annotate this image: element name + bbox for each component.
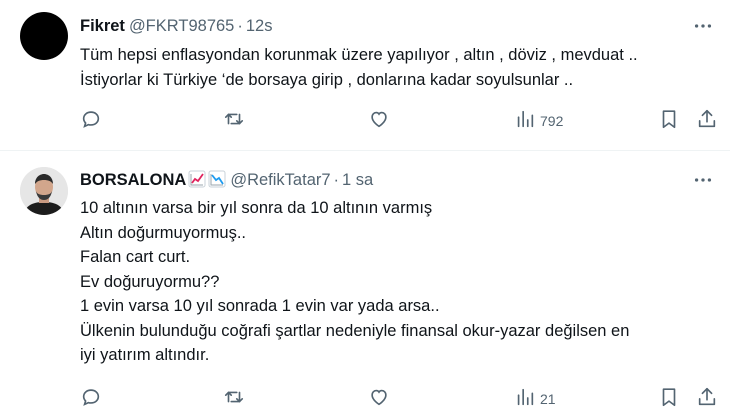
chart-decreasing-emoji [208,170,226,193]
heart-icon [368,386,390,413]
tweet-text-line: Altın doğurmuyormuş.. [80,223,246,242]
tweet-text-line: 10 altının varsa bir yıl sonra da 10 alt… [80,199,433,217]
tweet-text-line: 1 evin varsa 10 yıl sonrada 1 evin var y… [80,297,440,315]
display-name[interactable]: Fikret [80,17,125,35]
views-button[interactable]: 21 [514,387,556,411]
tweet-text: Tüm hepsi enflasyondan korunmak üzere ya… [80,43,720,92]
share-icon [696,386,718,413]
views-chart-icon [514,108,536,135]
user-handle[interactable]: @RefikTatar7 [230,171,330,189]
views-chart-icon [514,386,536,413]
reply-icon [80,386,102,413]
tweet-header: BORSALONA @RefikTatar7 · 1 sa [80,170,373,193]
retweet-button[interactable] [223,109,245,133]
tweet[interactable]: Fikret @FKRT98765 · 12s Tüm hepsi enflasyon… [0,0,730,150]
reply-icon [80,108,102,135]
tweet-header: Fikret @FKRT98765 · 12s [80,16,272,36]
heart-icon [368,108,390,135]
tweet-text-line: İstiyorlar ki Türkiye ‘de borsaya girip … [80,70,574,89]
more-horizontal-icon[interactable] [692,16,714,36]
tweet-text-line: iyi yatırım altındır. [80,346,210,364]
separator: · [237,17,243,35]
share-button[interactable] [696,109,718,133]
reply-button[interactable] [80,109,102,133]
bookmark-button[interactable] [658,387,680,411]
bookmark-icon [658,108,680,135]
share-icon [696,108,718,135]
share-button[interactable] [696,387,718,411]
tweet-text-line: Falan cart curt. [80,248,191,266]
tweet-text-line: Ev doğuruyormu?? [80,272,220,291]
tweet-actions: 21 [80,387,720,411]
tweet-text: 10 altının varsa bir yıl sonra da 10 alt… [80,196,720,368]
more-horizontal-icon[interactable] [692,170,714,190]
retweet-icon [223,386,245,413]
timestamp[interactable]: 1 sa [342,171,373,189]
timestamp[interactable]: 12s [246,17,273,35]
retweet-button[interactable] [223,387,245,411]
tweet-actions: 792 [80,109,720,133]
views-button[interactable]: 792 [514,109,563,133]
views-count: 792 [540,113,564,129]
bookmark-button[interactable] [658,109,680,133]
retweet-icon [223,108,245,135]
user-handle[interactable]: @FKRT98765 [129,17,234,35]
bookmark-icon [658,386,680,413]
tweet[interactable]: BORSALONA @RefikTatar7 · 1 sa 10 altının va… [0,151,730,420]
reply-button[interactable] [80,387,102,411]
like-button[interactable] [368,387,390,411]
separator: · [333,171,340,189]
chart-increasing-emoji [188,170,206,193]
tweet-text-line: Ülkenin bulunduğu coğrafi şartlar nedeni… [80,321,630,340]
avatar[interactable] [20,12,68,60]
tweet-text-line: Tüm hepsi enflasyondan korunmak üzere ya… [80,46,638,64]
display-name[interactable]: BORSALONA [80,171,186,189]
like-button[interactable] [368,109,390,133]
avatar[interactable] [20,167,68,215]
views-count: 21 [540,391,556,407]
